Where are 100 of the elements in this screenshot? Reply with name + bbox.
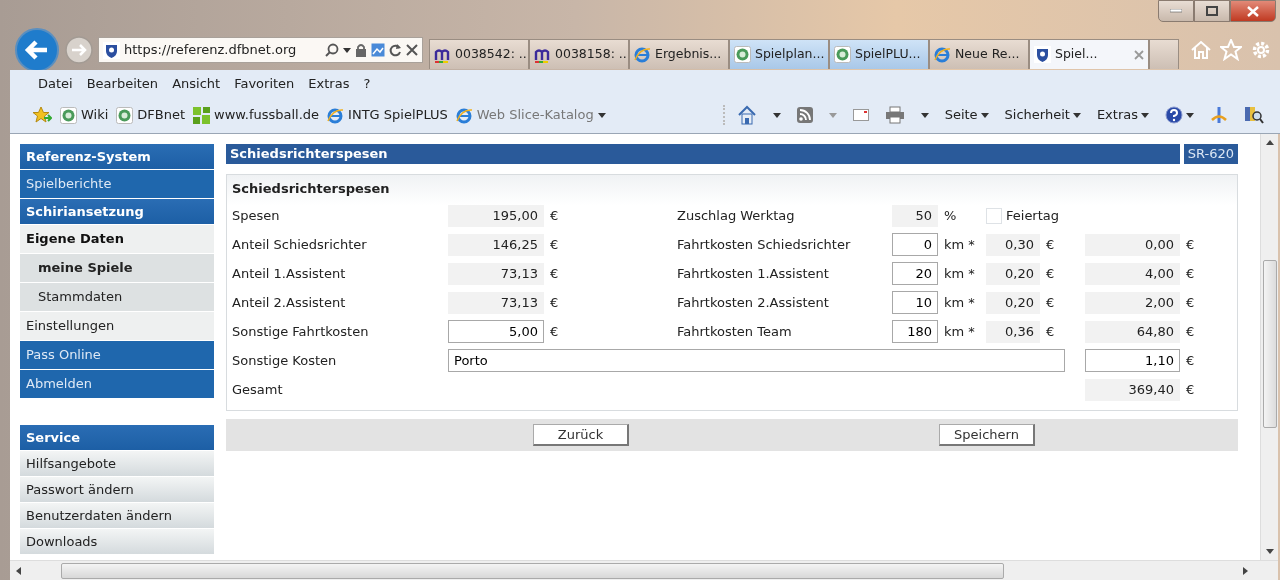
caret-icon[interactable] (343, 47, 351, 53)
badge-icon (834, 46, 851, 63)
browser-tab[interactable]: Spiel... (1029, 39, 1149, 69)
menu-item[interactable]: Ansicht (172, 74, 221, 94)
menu-item[interactable]: Datei (38, 74, 73, 94)
browser-tab[interactable]: SpielPLU... (829, 39, 929, 69)
sidebar-item[interactable]: meine Spiele (20, 254, 214, 283)
menu-item[interactable]: Favoriten (234, 74, 295, 94)
menu-item[interactable]: ? (363, 74, 371, 94)
browser-tab[interactable]: Ergebnis... (629, 39, 729, 69)
caret-icon[interactable] (772, 112, 781, 118)
home-icon[interactable] (736, 105, 757, 125)
unit-label: € (1045, 322, 1056, 341)
form-title: Schiedsrichterspesen (232, 180, 391, 198)
horizontal-scrollbar[interactable] (10, 560, 1278, 580)
sidebar-item[interactable]: Passwort ändern (20, 477, 214, 503)
sidebar-item[interactable]: Stammdaten (20, 283, 214, 312)
new-tab-button[interactable] (1149, 39, 1179, 69)
scroll-left-icon[interactable] (16, 566, 21, 575)
refresh-icon[interactable] (389, 43, 402, 57)
unit-label: € (1185, 322, 1196, 341)
sidebar-item[interactable]: Abmelden (20, 370, 214, 399)
vertical-scrollbar[interactable] (1260, 134, 1278, 560)
sidebar-item[interactable]: Pass Online (20, 341, 214, 370)
favorites-star-icon[interactable] (32, 106, 52, 124)
km-input[interactable]: 180 (892, 320, 938, 343)
unit-label: € (549, 264, 560, 283)
browser-tab[interactable]: Spielplan... (729, 39, 829, 69)
logo-icon (534, 46, 551, 63)
sidebar-item[interactable]: Eigene Daten (20, 225, 214, 254)
favorite-link[interactable]: DFBnet (116, 105, 186, 125)
favorite-link[interactable]: INTG SpielPLUS (327, 105, 448, 125)
text-input[interactable]: Porto (448, 349, 1065, 372)
mail-icon[interactable] (852, 109, 869, 121)
lock-icon (355, 43, 367, 57)
command-menu[interactable]: Sicherheit (1004, 105, 1081, 125)
page-code: SR-620 (1183, 144, 1238, 164)
research-icon[interactable] (1244, 105, 1264, 125)
unit-label: € (549, 322, 560, 341)
back-button[interactable] (14, 27, 60, 73)
star-icon[interactable] (1220, 39, 1242, 61)
minimize-button[interactable] (1158, 0, 1194, 22)
scroll-up-icon[interactable] (1265, 140, 1274, 145)
unit-label: km * (943, 322, 976, 341)
favorite-link[interactable]: Wiki (60, 105, 109, 125)
browser-tab[interactable]: 0038542: ... (429, 39, 529, 69)
menu-item[interactable]: Extras (308, 74, 350, 94)
address-text: https://referenz.dfbnet.org (124, 41, 298, 60)
browser-tab[interactable]: 0038158: ... (529, 39, 629, 69)
grid-icon (193, 106, 211, 124)
scroll-down-icon[interactable] (1265, 549, 1274, 554)
wand-icon[interactable] (1210, 105, 1228, 125)
stop-icon[interactable] (406, 44, 418, 56)
command-menu[interactable]: Seite (944, 105, 989, 125)
browser-icon (634, 46, 651, 63)
km-input[interactable]: 0 (892, 233, 938, 256)
km-input[interactable]: 20 (892, 262, 938, 285)
command-menu[interactable]: Extras (1096, 105, 1149, 125)
logo-icon (434, 46, 451, 63)
browser-icon (455, 106, 473, 124)
scroll-right-icon[interactable] (1243, 566, 1248, 575)
shield-icon (103, 41, 120, 59)
shield-icon (1034, 46, 1051, 63)
field-label: Anteil 2.Assistent (232, 293, 347, 312)
unit-label: € (549, 235, 560, 254)
menu-item[interactable]: Bearbeiten (86, 74, 159, 94)
printer-icon[interactable] (884, 106, 905, 124)
checkbox[interactable] (986, 207, 1002, 224)
unit-label: € (1185, 264, 1196, 283)
close-icon[interactable] (1134, 49, 1144, 60)
feed-icon[interactable] (796, 107, 813, 123)
badge-icon (116, 106, 134, 124)
favorite-link[interactable]: www.fussball.de (193, 105, 320, 125)
field-label: Gesamt (232, 380, 284, 399)
field-label: Sonstige Fahrtkosten (232, 322, 370, 341)
address-bar[interactable]: https://referenz.dfbnet.org (98, 37, 423, 63)
amount-input[interactable]: 5,00 (448, 320, 544, 343)
page-title: Schiedsrichterspesen (226, 144, 1180, 164)
action-button[interactable]: Zurück (533, 424, 629, 446)
sidebar-item[interactable]: Benutzerdaten ändern (20, 503, 214, 529)
maximize-button[interactable] (1194, 0, 1230, 22)
forward-button[interactable] (64, 35, 94, 65)
favorite-link[interactable]: Web Slice-Katalog (455, 105, 606, 125)
caret-icon[interactable] (920, 112, 929, 118)
sidebar-item[interactable]: Einstellungen (20, 312, 214, 341)
unit-label: € (1045, 264, 1056, 283)
help-menu[interactable] (1165, 106, 1194, 124)
km-input[interactable]: 10 (892, 291, 938, 314)
field-label: Fahrtkosten Schiedsrichter (677, 235, 852, 254)
caret-icon (980, 112, 989, 118)
browser-tab[interactable]: Neue Re... (929, 39, 1029, 69)
sidebar-item[interactable]: Spielberichte (20, 170, 214, 199)
value-display: 73,13 (448, 291, 544, 314)
compatibility-icon[interactable] (371, 43, 385, 57)
sidebar-item[interactable]: Downloads (20, 529, 214, 555)
close-button[interactable] (1230, 0, 1276, 22)
search-icon[interactable] (325, 43, 339, 57)
amount-input[interactable]: 1,10 (1085, 349, 1180, 372)
sidebar-item[interactable]: Hilfsangebote (20, 451, 214, 477)
action-button[interactable]: Speichern (939, 424, 1035, 446)
